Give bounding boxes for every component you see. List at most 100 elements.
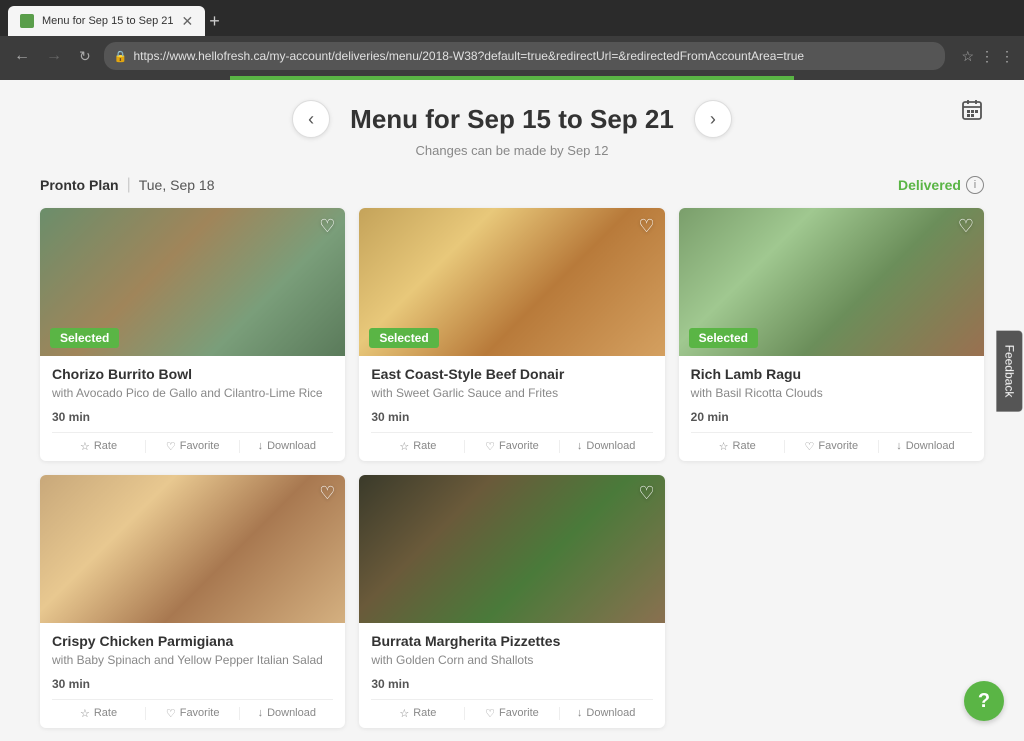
heart-icon-lamb: ♡ [805,440,815,453]
section-divider: | [127,176,131,194]
meal-desc-chicken: with Baby Spinach and Yellow Pepper Ital… [52,652,333,669]
meal-actions-chicken: ☆ Rate ♡ Favorite ↓ Download [52,699,333,720]
meal-actions-chorizo: ☆ Rate ♡ Favorite ↓ Download [52,432,333,453]
refresh-button[interactable]: ↻ [74,46,96,67]
meal-card-pizza: ♡ Burrata Margherita Pizzettes with Gold… [359,475,664,728]
delivered-badge: Delivered i [898,176,984,194]
meal-desc-lamb: with Basil Ricotta Clouds [691,385,972,402]
download-button-chicken[interactable]: ↓ Download [240,707,333,720]
meal-image-pizza: ♡ [359,475,664,623]
star-icon-lamb: ☆ [719,440,729,453]
meal-time-chicken: 30 min [52,677,333,691]
favorite-heart-chicken[interactable]: ♡ [319,483,335,504]
favicon-icon [20,14,34,28]
favorite-button-chicken[interactable]: ♡ Favorite [146,707,240,720]
star-icon-chicken: ☆ [80,707,90,720]
calendar-icon-button[interactable] [960,98,984,128]
feedback-tab[interactable]: Feedback [997,330,1023,411]
selected-badge-donair: Selected [369,328,438,348]
meal-desc-chorizo: with Avocado Pico de Gallo and Cilantro-… [52,385,333,402]
meal-name-donair: East Coast-Style Beef Donair [371,366,652,382]
meal-info-chicken: Crispy Chicken Parmigiana with Baby Spin… [40,623,345,728]
star-icon-donair: ☆ [399,440,409,453]
plan-date: Tue, Sep 18 [139,177,215,193]
meal-name-lamb: Rich Lamb Ragu [691,366,972,382]
heart-icon-pizza: ♡ [485,707,495,720]
heart-icon-chicken: ♡ [166,707,176,720]
favorite-heart-lamb[interactable]: ♡ [958,216,974,237]
bookmark-icon[interactable]: ☆ [961,48,974,65]
info-icon-button[interactable]: i [966,176,984,194]
meal-image-donair: Selected ♡ [359,208,664,356]
meal-time-pizza: 30 min [371,677,652,691]
next-week-button[interactable]: › [694,100,732,138]
new-tab-button[interactable]: + [209,11,220,32]
menu-navigation: ‹ Menu for Sep 15 to Sep 21 › [0,80,1024,143]
rate-button-chorizo[interactable]: ☆ Rate [52,440,146,453]
tab-title: Menu for Sep 15 to Sep 21 [42,15,173,27]
favorite-button-lamb[interactable]: ♡ Favorite [785,440,879,453]
tab-bar: Menu for Sep 15 to Sep 21 ✕ + [0,0,1024,36]
meal-card-lamb: Selected ♡ Rich Lamb Ragu with Basil Ric… [679,208,984,461]
delivered-label: Delivered [898,177,961,193]
meal-desc-pizza: with Golden Corn and Shallots [371,652,652,669]
star-icon-pizza: ☆ [399,707,409,720]
favorite-button-donair[interactable]: ♡ Favorite [465,440,559,453]
meal-desc-donair: with Sweet Garlic Sauce and Frites [371,385,652,402]
meal-time-lamb: 20 min [691,410,972,424]
download-icon-chicken: ↓ [258,707,264,719]
selected-badge-chorizo: Selected [50,328,119,348]
heart-icon-chorizo: ♡ [166,440,176,453]
browser-controls: ← → ↻ 🔒 https://www.hellofresh.ca/my-acc… [0,36,1024,76]
meal-image-lamb: Selected ♡ [679,208,984,356]
rate-button-pizza[interactable]: ☆ Rate [371,707,465,720]
bottom-meal-grid: ♡ Crispy Chicken Parmigiana with Baby Sp… [0,475,1024,728]
download-button-lamb[interactable]: ↓ Download [879,440,972,453]
top-meal-grid: Selected ♡ Chorizo Burrito Bowl with Avo… [0,208,1024,475]
prev-week-button[interactable]: ‹ [292,100,330,138]
download-button-donair[interactable]: ↓ Download [560,440,653,453]
rate-button-chicken[interactable]: ☆ Rate [52,707,146,720]
favorite-heart-chorizo[interactable]: ♡ [319,216,335,237]
menu-icon[interactable]: ⋮ [1000,48,1014,65]
meal-card-donair: Selected ♡ East Coast-Style Beef Donair … [359,208,664,461]
selected-badge-lamb: Selected [689,328,758,348]
meal-info-lamb: Rich Lamb Ragu with Basil Ricotta Clouds… [679,356,984,461]
meal-card-chicken: ♡ Crispy Chicken Parmigiana with Baby Sp… [40,475,345,728]
forward-button[interactable]: → [42,44,66,68]
rate-button-lamb[interactable]: ☆ Rate [691,440,785,453]
download-button-chorizo[interactable]: ↓ Download [240,440,333,453]
meal-info-chorizo: Chorizo Burrito Bowl with Avocado Pico d… [40,356,345,461]
download-icon-donair: ↓ [577,440,583,452]
browser-right-icons: ☆ ⋮ ⋮ [961,48,1014,65]
lock-icon: 🔒 [114,50,128,63]
back-button[interactable]: ← [10,44,34,68]
download-icon-lamb: ↓ [896,440,902,452]
meal-info-pizza: Burrata Margherita Pizzettes with Golden… [359,623,664,728]
favorite-button-pizza[interactable]: ♡ Favorite [465,707,559,720]
address-bar[interactable]: 🔒 https://www.hellofresh.ca/my-account/d… [104,42,946,70]
meal-time-chorizo: 30 min [52,410,333,424]
download-icon-pizza: ↓ [577,707,583,719]
meal-name-chorizo: Chorizo Burrito Bowl [52,366,333,382]
meal-name-pizza: Burrata Margherita Pizzettes [371,633,652,649]
meal-actions-donair: ☆ Rate ♡ Favorite ↓ Download [371,432,652,453]
star-icon: ☆ [80,440,90,453]
plan-label: Pronto Plan [40,177,119,193]
tab-close-button[interactable]: ✕ [181,14,193,28]
help-button[interactable]: ? [964,681,1004,721]
extensions-icon[interactable]: ⋮ [980,48,994,65]
download-button-pizza[interactable]: ↓ Download [560,707,653,720]
meal-info-donair: East Coast-Style Beef Donair with Sweet … [359,356,664,461]
active-tab[interactable]: Menu for Sep 15 to Sep 21 ✕ [8,6,205,36]
download-icon-chorizo: ↓ [258,440,264,452]
meal-image-chorizo: Selected ♡ [40,208,345,356]
meal-card-chorizo: Selected ♡ Chorizo Burrito Bowl with Avo… [40,208,345,461]
rate-button-donair[interactable]: ☆ Rate [371,440,465,453]
favorite-heart-donair[interactable]: ♡ [639,216,655,237]
meal-actions-pizza: ☆ Rate ♡ Favorite ↓ Download [371,699,652,720]
heart-icon-donair: ♡ [485,440,495,453]
favorite-button-chorizo[interactable]: ♡ Favorite [146,440,240,453]
meal-actions-lamb: ☆ Rate ♡ Favorite ↓ Download [691,432,972,453]
favorite-heart-pizza[interactable]: ♡ [639,483,655,504]
